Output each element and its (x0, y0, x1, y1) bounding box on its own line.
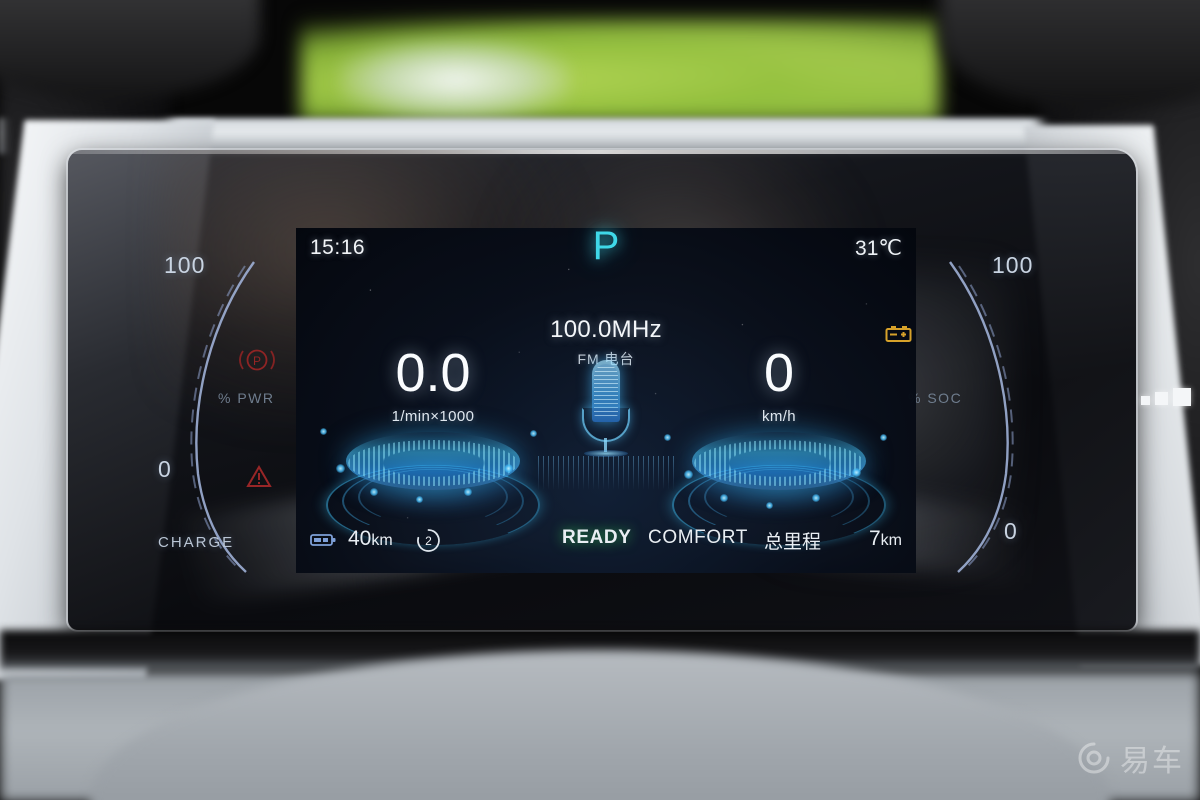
speedometer-gauge: 0 km/h (654, 343, 904, 546)
speed-glow-dot (664, 434, 671, 441)
tach-glow-dot (320, 428, 327, 435)
warning-triangle-icon (246, 465, 272, 489)
power-scale-arc (190, 261, 255, 573)
tachometer-value: 0.0 (395, 343, 471, 403)
power-scale-max-label: 100 (164, 252, 206, 278)
outside-temperature-label: 31℃ (855, 237, 902, 260)
mic-arc (582, 408, 630, 442)
indicator-lamp-large (1173, 388, 1191, 406)
tachometer-gauge: 0.0 1/min×1000 (308, 343, 558, 546)
tach-glow-dot (416, 496, 423, 503)
odometer-value: 7 (868, 527, 881, 550)
parking-brake-icon: P (238, 345, 276, 375)
speed-glow-dot (812, 494, 820, 502)
display-status-row: 15:16 P 31℃ (296, 224, 916, 272)
speed-glow-dot (684, 470, 693, 479)
power-scale-min-label: 0 (158, 456, 172, 482)
odometer-label: 总里程 (764, 532, 822, 553)
drive-mode-label: COMFORT (648, 527, 748, 548)
speed-glow-dot (880, 434, 887, 441)
display-info-bar: 40km 2 READY COMFORT 总里程 7km (296, 523, 916, 557)
speedometer-value: 0 (763, 343, 795, 403)
drive-level-value: 2 (425, 534, 432, 548)
tach-glow-dot (504, 464, 513, 473)
radio-frequency-label: 100.0MHz (550, 316, 662, 343)
soc-scale-min-label: 0 (1004, 518, 1018, 544)
watermark-text: 易车 (1120, 745, 1184, 778)
drive-level-badge: 2 (416, 528, 441, 553)
odometer-readout: 7km (869, 527, 902, 551)
gear-indicator: P (592, 224, 620, 268)
speed-glow-dot (720, 494, 728, 502)
tach-glow-dot (530, 430, 537, 437)
range-readout: 40km (348, 527, 393, 551)
odometer-unit: km (880, 532, 902, 549)
tach-disc-segments (348, 440, 518, 486)
indicator-lamp-small (1141, 396, 1150, 405)
speed-disc-segments (694, 440, 864, 486)
screenshot-root: 100 0 % PWR CHARGE P 100 0 % SOC 15:16 P… (0, 0, 1200, 800)
tach-glow-dot (336, 464, 345, 473)
ready-status-label: READY (562, 527, 632, 548)
tachometer-unit: 1/min×1000 (391, 408, 475, 425)
battery-warning-icon (884, 324, 914, 344)
indicator-lamp-medium (1155, 392, 1168, 405)
instrument-cluster-panel: 100 0 % PWR CHARGE P 100 0 % SOC 15:16 P… (68, 150, 1136, 630)
battery-range-icon (310, 532, 336, 547)
mic-base (584, 450, 628, 457)
windshield-white-reflection (340, 40, 570, 120)
watermark: 易车 (1077, 736, 1184, 780)
range-unit: km (371, 532, 393, 549)
power-gauge-scale: 100 0 % PWR CHARGE P (146, 250, 316, 580)
yiche-logo-icon (1078, 742, 1110, 774)
speed-glow-dot (852, 468, 861, 477)
cluster-display-area: 15:16 P 31℃ 100.0MHz FM 电台 0.0 1/min×100… (296, 224, 916, 573)
soc-scale-max-label: 100 (992, 252, 1034, 278)
svg-text:P: P (253, 354, 261, 368)
power-scale-unit-label: % PWR (218, 390, 275, 406)
tach-glow-dot (370, 488, 378, 496)
microphone-icon (538, 356, 674, 492)
speed-glow-dot (766, 502, 773, 509)
power-scale-charge-label: CHARGE (158, 534, 235, 551)
range-value: 40 (348, 527, 372, 550)
soc-scale-unit-label: % SOC (908, 390, 963, 406)
speedometer-unit: km/h (761, 408, 797, 425)
tach-glow-dot (464, 488, 472, 496)
